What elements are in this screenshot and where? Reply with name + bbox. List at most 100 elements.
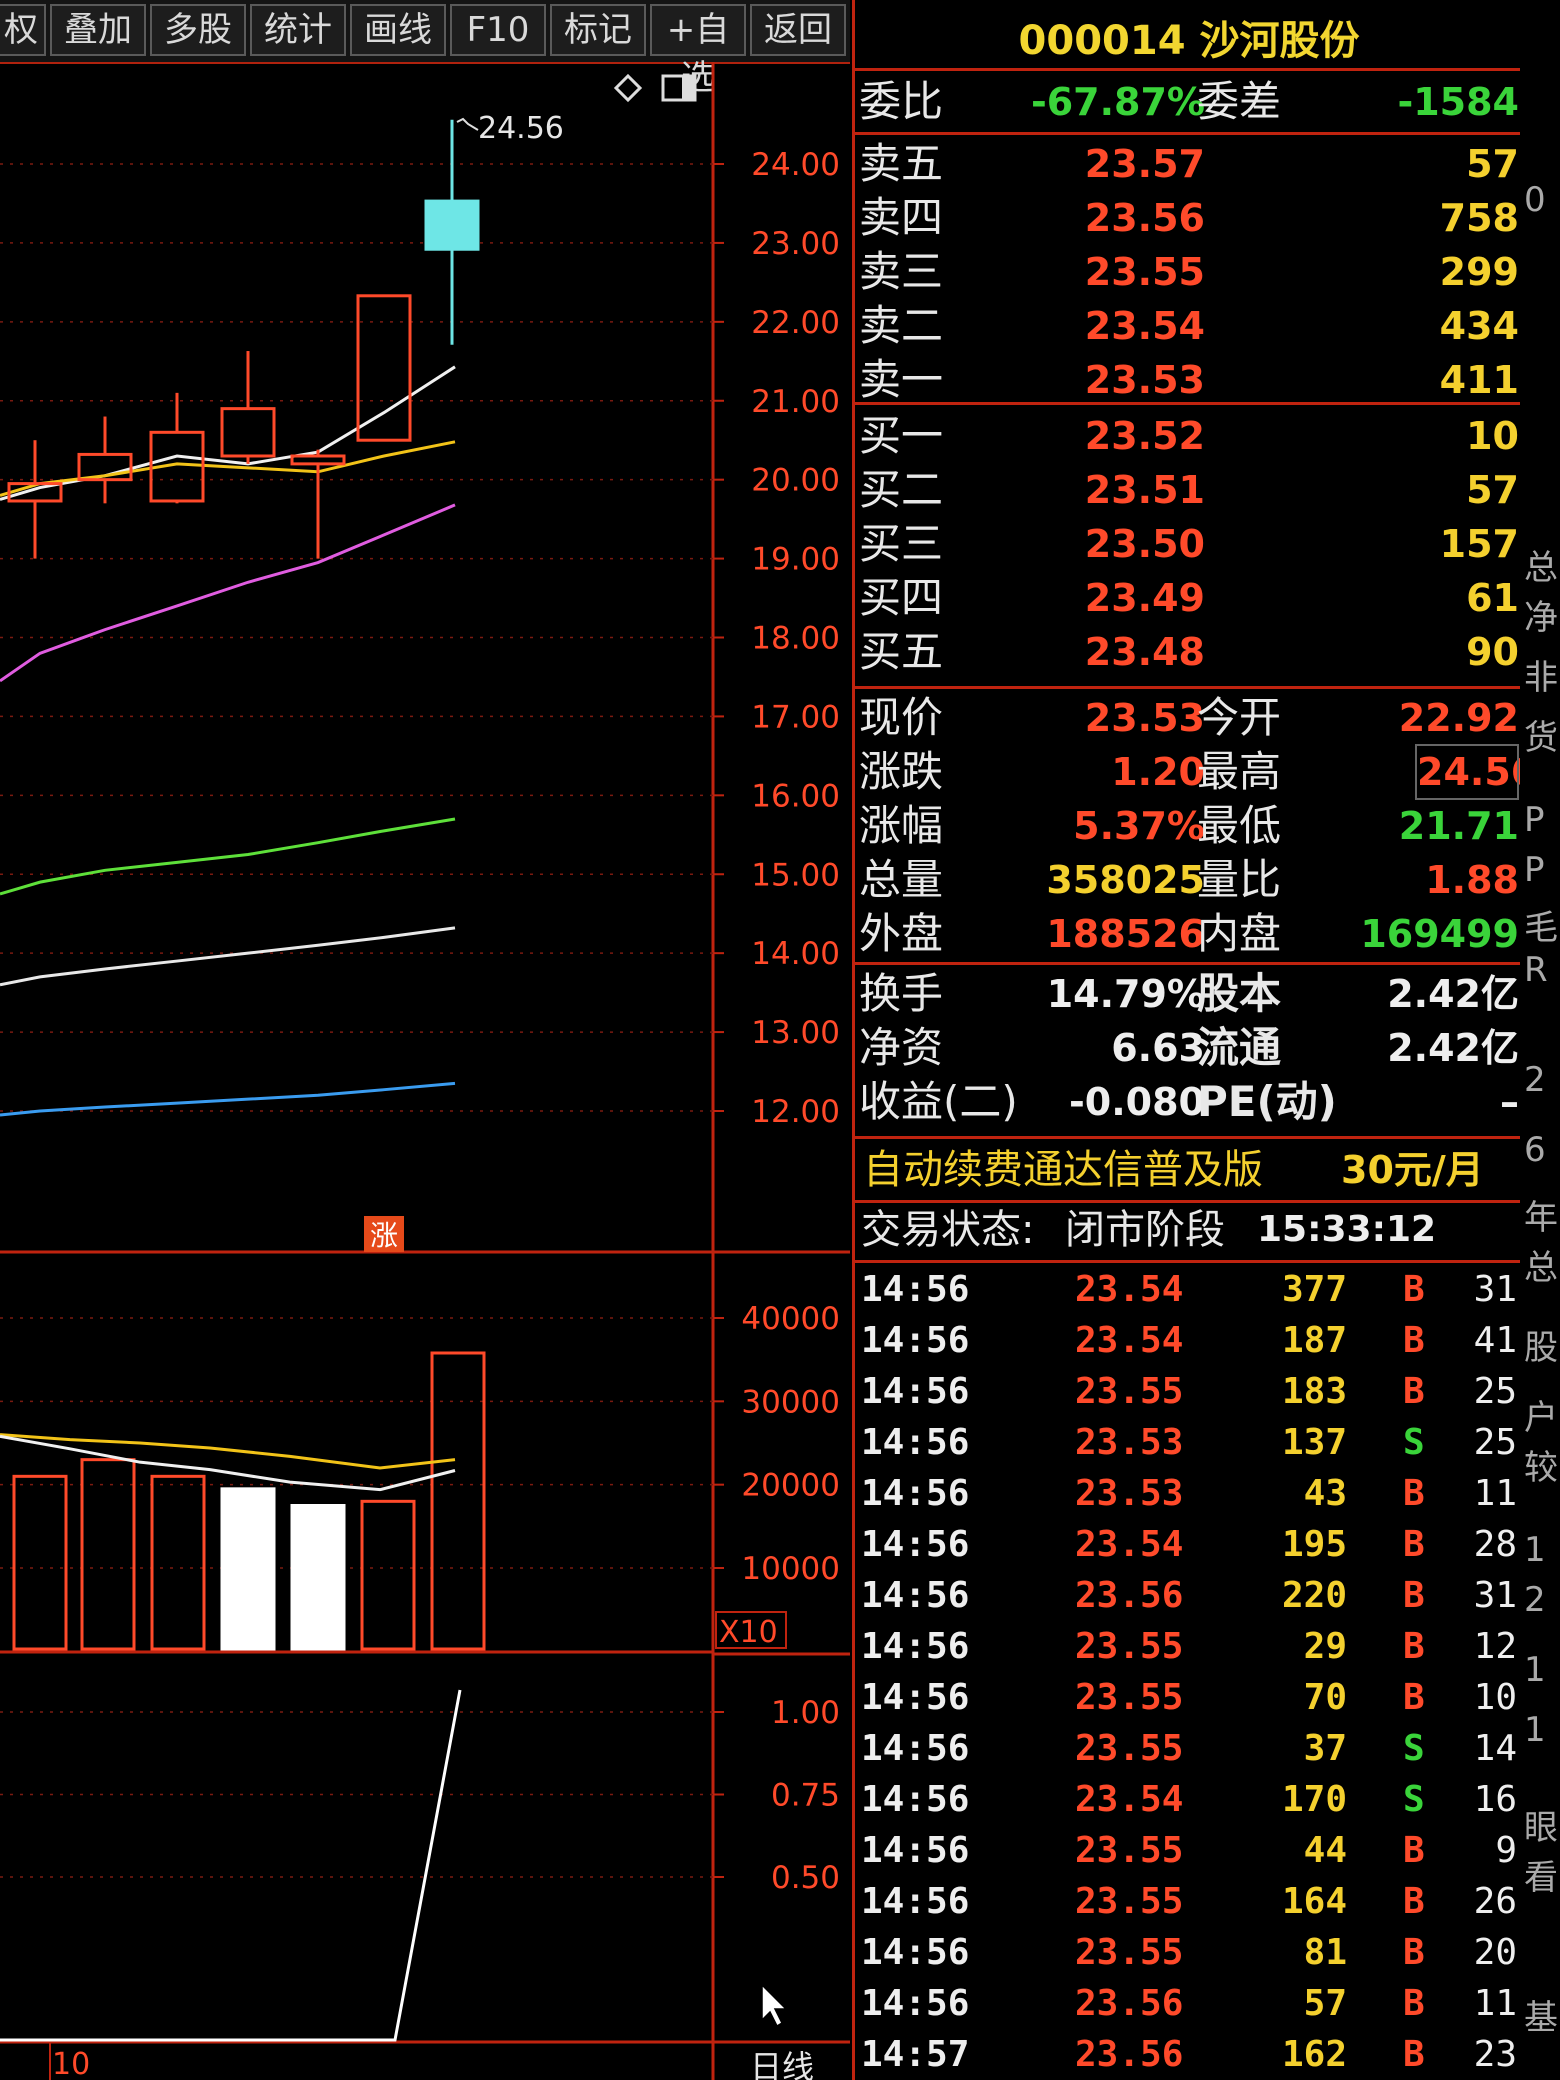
- tick-volume: 170: [1281, 1779, 1347, 1820]
- toolbar-button-rights[interactable]: 权: [0, 4, 46, 56]
- toolbar-button-statistics[interactable]: 统计: [250, 4, 346, 56]
- tick-time: 14:56: [861, 1983, 970, 2024]
- sell-level-price[interactable]: 23.57: [1025, 138, 1205, 190]
- price-axis-label: 22.00: [751, 305, 840, 341]
- tick-row[interactable]: 14:56 23.54 170 S 16: [855, 1774, 1523, 1825]
- sell-level-price[interactable]: 23.55: [1025, 246, 1205, 298]
- tick-count: 11: [1473, 1983, 1517, 2024]
- tick-count: 31: [1473, 1575, 1517, 1616]
- tick-row[interactable]: 14:56 23.55 183 B 25: [855, 1366, 1523, 1417]
- sell-level-label: 卖三: [859, 247, 944, 296]
- toolbar-button-add-watchlist[interactable]: +自选: [650, 4, 746, 98]
- tick-price: 23.54: [1075, 1320, 1184, 1361]
- tick-time: 14:56: [861, 1371, 970, 1412]
- fund-label: 流通: [1197, 1023, 1282, 1072]
- buy-level-price[interactable]: 23.49: [1025, 572, 1205, 624]
- tick-row[interactable]: 14:56 23.55 70 B 10: [855, 1672, 1523, 1723]
- side-strip-char: 1: [1524, 1710, 1546, 1750]
- toolbar-button-f10[interactable]: F10: [450, 4, 546, 56]
- fund-label: 换手: [859, 969, 944, 1018]
- side-strip-char: 1: [1524, 1650, 1546, 1690]
- diamond-icon[interactable]: [613, 73, 643, 103]
- tick-row[interactable]: 14:56 23.53 137 S 25: [855, 1417, 1523, 1468]
- candlestick[interactable]: [77, 416, 133, 504]
- buy-level-label: 买三: [859, 519, 944, 568]
- candlestick[interactable]: [424, 119, 480, 345]
- volume-bar[interactable]: [220, 1487, 276, 1651]
- tick-time: 14:56: [861, 1830, 970, 1871]
- tick-time: 14:57: [861, 2034, 970, 2075]
- kline-chart-svg[interactable]: 24.00 23.00 22.00 21.00 20.00 19.00 18.00 17.00…: [0, 62, 850, 2080]
- sell-level-price[interactable]: 23.56: [1025, 192, 1205, 244]
- stat-label: 最高: [1197, 747, 1282, 796]
- weicha-label: 委差: [1197, 77, 1282, 126]
- buy-level-price[interactable]: 23.51: [1025, 464, 1205, 516]
- volume-axis-label: 40000: [741, 1301, 840, 1337]
- side-strip-char: 基: [1524, 1998, 1558, 2038]
- fund-value: 2.42亿: [1387, 972, 1519, 1016]
- tick-price: 23.55: [1075, 1677, 1184, 1718]
- tick-row[interactable]: 14:56 23.54 187 B 41: [855, 1315, 1523, 1366]
- tick-row[interactable]: 14:56 23.53 43 B 11: [855, 1468, 1523, 1519]
- stat-value: 1.88: [1425, 858, 1519, 902]
- stat-label: 总量: [859, 855, 944, 904]
- tick-side: S: [1403, 1779, 1425, 1820]
- buy-level-price[interactable]: 23.52: [1025, 410, 1205, 462]
- stat-label: 外盘: [859, 909, 944, 958]
- candlestick[interactable]: [220, 351, 276, 464]
- tick-row[interactable]: 14:56 23.55 37 S 14: [855, 1723, 1523, 1774]
- price-axis-label: 24.00: [751, 147, 840, 183]
- tick-row[interactable]: 14:56 23.55 164 B 26: [855, 1876, 1523, 1927]
- tick-row[interactable]: 14:56 23.54 195 B 28: [855, 1519, 1523, 1570]
- tick-time: 14:56: [861, 1932, 970, 1973]
- tick-row[interactable]: 14:56 23.55 81 B 20: [855, 1927, 1523, 1978]
- ad-price[interactable]: 30元/月: [1341, 1144, 1484, 1196]
- toolbar-button-overlay[interactable]: 叠加: [50, 4, 146, 56]
- volume-bar[interactable]: [80, 1458, 136, 1651]
- volume-bar[interactable]: [150, 1474, 206, 1651]
- fund-value: -0.080: [1069, 1080, 1205, 1124]
- toolbar-button-back[interactable]: 返回: [750, 4, 846, 56]
- tick-row[interactable]: 14:57 23.56 162 B 23: [855, 2029, 1523, 2080]
- toolbar-button-draw-line[interactable]: 画线: [350, 4, 446, 56]
- period-label[interactable]: 日线: [750, 2048, 814, 2080]
- buy-level-price[interactable]: 23.50: [1025, 518, 1205, 570]
- high-marker-label: 24.56: [478, 111, 564, 146]
- fund-value: 6.63: [1111, 1026, 1205, 1070]
- stat-label: 最低: [1197, 801, 1282, 850]
- tick-row[interactable]: 14:56 23.56 57 B 11: [855, 1978, 1523, 2029]
- volume-bar[interactable]: [290, 1504, 346, 1651]
- sell-level-price[interactable]: 23.53: [1025, 354, 1205, 406]
- tick-time: 14:56: [861, 1779, 970, 1820]
- tick-row[interactable]: 14:56 23.55 29 B 12: [855, 1621, 1523, 1672]
- volume-bar[interactable]: [430, 1351, 486, 1651]
- sell-level-label: 卖二: [859, 301, 944, 350]
- tick-row[interactable]: 14:56 23.55 44 B 9: [855, 1825, 1523, 1876]
- tick-row[interactable]: 14:56 23.56 220 B 31: [855, 1570, 1523, 1621]
- buy-level-price[interactable]: 23.48: [1025, 626, 1205, 678]
- sell-level-price[interactable]: 23.54: [1025, 300, 1205, 352]
- candlestick[interactable]: [356, 294, 412, 442]
- toolbar-button-multi-stock[interactable]: 多股: [150, 4, 246, 56]
- toolbar-button-mark[interactable]: 标记: [550, 4, 646, 56]
- high-price-highlight: 24.56: [1415, 744, 1537, 800]
- tick-volume: 137: [1281, 1422, 1347, 1463]
- buy-level-label: 买二: [859, 465, 944, 514]
- candlestick[interactable]: [149, 392, 205, 504]
- candlestick[interactable]: [7, 440, 63, 559]
- tick-count: 31: [1473, 1269, 1517, 1310]
- tick-time: 14:56: [861, 1320, 970, 1361]
- panel-toggle-icon[interactable]: [661, 74, 697, 102]
- tick-price: 23.56: [1075, 1983, 1184, 2024]
- volume-bar[interactable]: [12, 1474, 68, 1651]
- side-strip-char: 货: [1524, 718, 1558, 758]
- tick-side: B: [1403, 1524, 1425, 1565]
- side-strip-char: 户: [1524, 1398, 1558, 1438]
- kline-chart-panel[interactable]: 24.00 23.00 22.00 21.00 20.00 19.00 18.00 17.00…: [0, 62, 850, 2080]
- volume-bar[interactable]: [360, 1499, 416, 1651]
- indicator-axis-label: 0.75: [771, 1778, 840, 1814]
- tick-row[interactable]: 14:56 23.54 377 B 31: [855, 1264, 1523, 1315]
- indicator-axis-label: 1.00: [771, 1695, 840, 1731]
- mouse-cursor-icon: [761, 1983, 788, 2028]
- ad-text[interactable]: 自动续费通达信普及版: [863, 1144, 1263, 1196]
